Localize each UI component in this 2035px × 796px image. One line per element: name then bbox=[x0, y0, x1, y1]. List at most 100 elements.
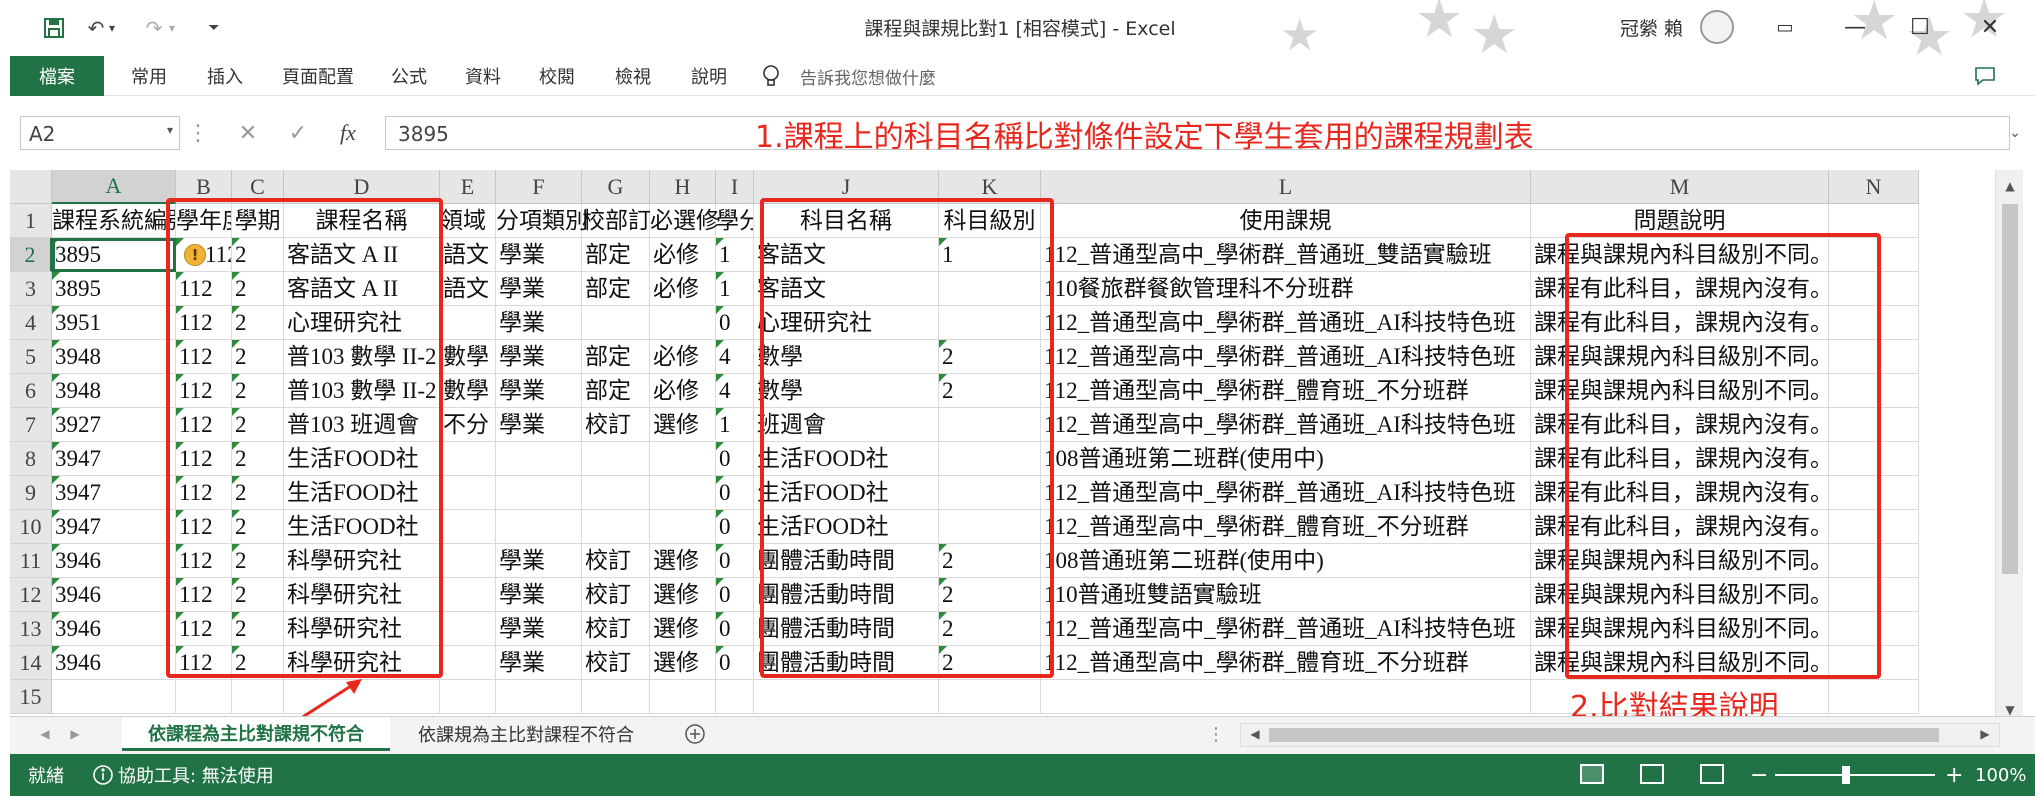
column-header-e[interactable]: E bbox=[440, 170, 496, 204]
cell-domain[interactable] bbox=[440, 510, 496, 544]
tab-page-layout[interactable]: 頁面配置 bbox=[266, 56, 370, 96]
cell-issue-note[interactable]: 課程與課規內科目級別不同。 bbox=[1531, 238, 1833, 272]
column-header-m[interactable]: M bbox=[1531, 170, 1829, 204]
cell-empty[interactable] bbox=[1829, 272, 1919, 306]
cell-category[interactable] bbox=[496, 442, 582, 476]
cell-subject-level[interactable] bbox=[939, 408, 1041, 442]
cell-credits[interactable]: 1 bbox=[716, 272, 754, 306]
empty-cell[interactable] bbox=[939, 680, 1041, 714]
cell-subject-name[interactable]: 客語文 bbox=[754, 238, 939, 272]
cell-credits[interactable]: 4 bbox=[716, 374, 754, 408]
page-break-preview-icon[interactable] bbox=[1700, 764, 1724, 784]
close-icon[interactable]: ✕ bbox=[1965, 8, 2015, 46]
column-header-f[interactable]: F bbox=[496, 170, 582, 204]
cell-subject-name[interactable]: 團體活動時間 bbox=[754, 544, 939, 578]
column-header-c[interactable]: C bbox=[232, 170, 284, 204]
cell-category[interactable] bbox=[496, 476, 582, 510]
cell-domain[interactable]: 數學 bbox=[440, 374, 496, 408]
cell-subject-level[interactable] bbox=[939, 442, 1041, 476]
cell-category[interactable]: 學業 bbox=[496, 544, 582, 578]
header-cell-school-ministry[interactable]: 校部訂 bbox=[582, 204, 651, 238]
header-cell-course-name[interactable]: 課程名稱 bbox=[284, 204, 440, 238]
cell-subject-name[interactable]: 團體活動時間 bbox=[754, 646, 939, 680]
cell-school-year[interactable]: 112! bbox=[176, 238, 232, 272]
header-cell-semester[interactable]: 學期 bbox=[232, 204, 284, 238]
cell-school-year[interactable]: 112 bbox=[176, 408, 232, 442]
ribbon-display-options-icon[interactable]: ▭ bbox=[1760, 8, 1810, 46]
cell-empty[interactable] bbox=[1829, 238, 1919, 272]
cell-issue-note[interactable]: 課程與課規內科目級別不同。 bbox=[1531, 578, 1833, 612]
header-cell-category[interactable]: 分項類別 bbox=[496, 204, 588, 238]
cell-category[interactable]: 學業 bbox=[496, 646, 582, 680]
redo-dropdown-icon[interactable]: ▾ bbox=[164, 12, 180, 44]
cell-credits[interactable]: 1 bbox=[716, 408, 754, 442]
page-layout-view-icon[interactable] bbox=[1640, 764, 1664, 784]
cell-school-year[interactable]: 112 bbox=[176, 476, 232, 510]
cell-school-ministry[interactable]: 部定 bbox=[582, 238, 650, 272]
header-cell-issue-note[interactable]: 問題說明 bbox=[1531, 204, 1829, 238]
column-header-a[interactable]: A bbox=[52, 170, 176, 204]
cell-subject-level[interactable]: 2 bbox=[939, 544, 1041, 578]
cell-required-elective[interactable]: 選修 bbox=[650, 578, 716, 612]
comments-icon[interactable] bbox=[1965, 56, 2005, 96]
cell-empty[interactable] bbox=[1829, 646, 1919, 680]
cell-required-elective[interactable]: 必修 bbox=[650, 272, 716, 306]
header-cell-subject-name[interactable]: 科目名稱 bbox=[754, 204, 939, 238]
cell-semester[interactable]: 2 bbox=[232, 408, 284, 442]
cell-required-elective[interactable]: 選修 bbox=[650, 408, 716, 442]
cell-semester[interactable]: 2 bbox=[232, 646, 284, 680]
cell-empty[interactable] bbox=[1829, 374, 1919, 408]
cell-course-name[interactable]: 生活FOOD社 bbox=[284, 476, 440, 510]
row-header-12[interactable]: 12 bbox=[10, 578, 52, 612]
cell-school-year[interactable]: 112 bbox=[176, 272, 232, 306]
cell-school-year[interactable]: 112 bbox=[176, 340, 232, 374]
cell-required-elective[interactable]: 必修 bbox=[650, 340, 716, 374]
cell-issue-note[interactable]: 課程與課規內科目級別不同。 bbox=[1531, 612, 1833, 646]
cell-empty[interactable] bbox=[1829, 476, 1919, 510]
empty-cell[interactable] bbox=[1829, 680, 1919, 714]
zoom-in-icon[interactable]: + bbox=[1945, 754, 1963, 796]
cell-subject-level[interactable] bbox=[939, 272, 1041, 306]
cell-subject-name[interactable]: 生活FOOD社 bbox=[754, 510, 939, 544]
row-header-5[interactable]: 5 bbox=[10, 340, 52, 374]
cell-empty[interactable] bbox=[1829, 612, 1919, 646]
tab-insert[interactable]: 插入 bbox=[190, 56, 260, 96]
cell-domain[interactable] bbox=[440, 476, 496, 510]
cell-empty[interactable] bbox=[1829, 408, 1919, 442]
cell-category[interactable]: 學業 bbox=[496, 374, 582, 408]
save-icon[interactable] bbox=[38, 12, 70, 44]
row-header-2[interactable]: 2 bbox=[10, 238, 52, 272]
cell-subject-name[interactable]: 心理研究社 bbox=[754, 306, 939, 340]
sheet-tab-course-vs-rules[interactable]: 依課程為主比對課規不符合 bbox=[122, 717, 390, 751]
cell-subject-level[interactable]: 2 bbox=[939, 646, 1041, 680]
cell-subject-level[interactable] bbox=[939, 306, 1041, 340]
zoom-level[interactable]: 100% bbox=[1975, 754, 2026, 796]
cell-issue-note[interactable]: 課程與課規內科目級別不同。 bbox=[1531, 544, 1833, 578]
cell-school-ministry[interactable]: 部定 bbox=[582, 272, 650, 306]
accessibility-icon[interactable] bbox=[92, 754, 114, 796]
cell-semester[interactable]: 2 bbox=[232, 476, 284, 510]
cell-domain[interactable] bbox=[440, 578, 496, 612]
sheet-nav-prev-icon[interactable]: ◀ bbox=[30, 717, 60, 751]
row-header-10[interactable]: 10 bbox=[10, 510, 52, 544]
confirm-entry-icon[interactable]: ✓ bbox=[278, 116, 318, 150]
cell-curriculum-rule[interactable]: 108普通班第二班群(使用中) bbox=[1041, 544, 1531, 578]
tab-data[interactable]: 資料 bbox=[450, 56, 516, 96]
cell-school-year[interactable]: 112 bbox=[176, 374, 232, 408]
tab-view[interactable]: 檢視 bbox=[600, 56, 666, 96]
cell-issue-note[interactable]: 課程有此科目，課規內沒有。 bbox=[1531, 306, 1833, 340]
column-header-k[interactable]: K bbox=[939, 170, 1041, 204]
cell-course-name[interactable]: 心理研究社 bbox=[284, 306, 440, 340]
empty-cell[interactable] bbox=[582, 680, 650, 714]
column-header-n[interactable]: N bbox=[1829, 170, 1919, 204]
cell-course-system-id[interactable]: 3946 bbox=[52, 578, 176, 612]
cell-required-elective[interactable] bbox=[650, 306, 716, 340]
cell-credits[interactable]: 0 bbox=[716, 578, 754, 612]
cell-category[interactable]: 學業 bbox=[496, 408, 582, 442]
cell-subject-level[interactable]: 2 bbox=[939, 374, 1041, 408]
cell-credits[interactable]: 0 bbox=[716, 544, 754, 578]
select-all-corner[interactable] bbox=[10, 170, 52, 204]
cell-subject-level[interactable]: 2 bbox=[939, 340, 1041, 374]
cell-credits[interactable]: 0 bbox=[716, 612, 754, 646]
row-header-8[interactable]: 8 bbox=[10, 442, 52, 476]
